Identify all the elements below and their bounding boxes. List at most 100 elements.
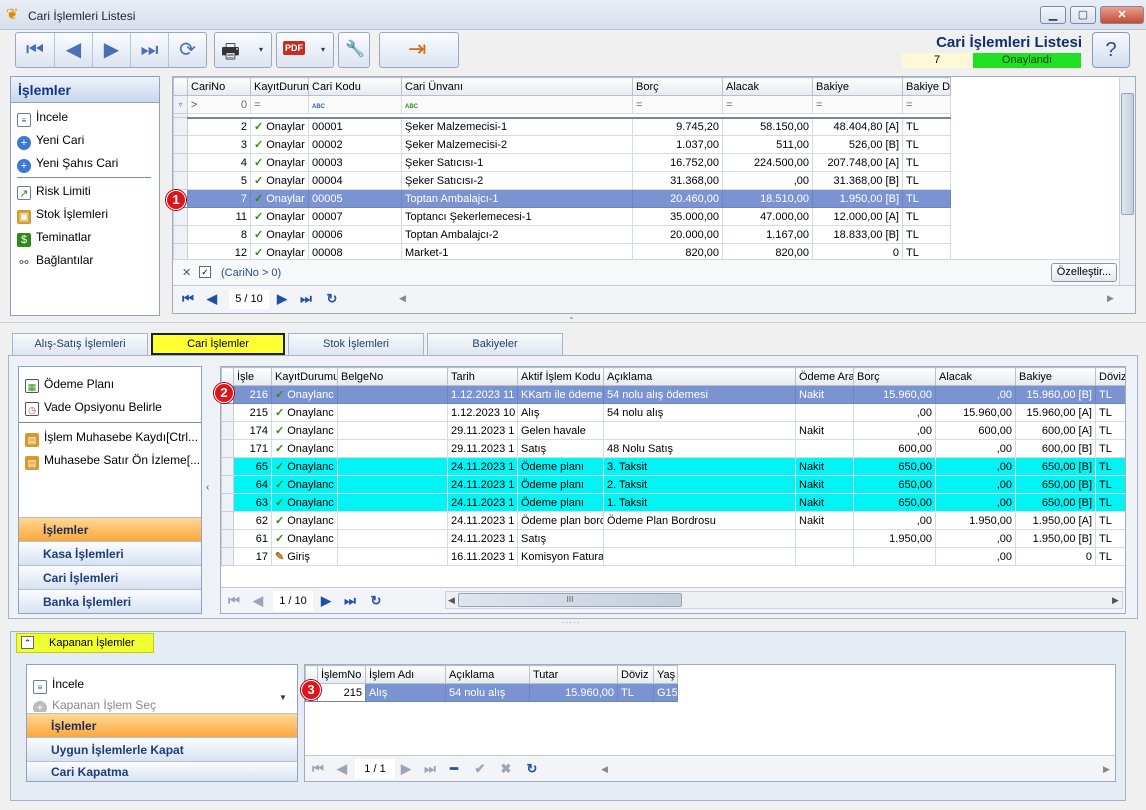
- hscroll-right-icon[interactable]: ▶: [1103, 764, 1110, 775]
- splitter-grip-icon[interactable]: ⌃: [568, 316, 575, 325]
- table-row[interactable]: 5 ✓ Onaylar 00004 Şeker Satıcısı-2 31.368,00,…: [173, 171, 951, 190]
- col-cari-kodu[interactable]: Cari Kodu: [308, 77, 402, 96]
- next-page-icon[interactable]: ▶: [317, 592, 335, 610]
- col-kayit-durumu[interactable]: KayıtDurumu: [271, 367, 338, 386]
- refresh-page-icon[interactable]: ↻: [323, 290, 341, 308]
- nav-cari-islemleri[interactable]: Cari İşlemleri: [19, 565, 201, 589]
- table-row[interactable]: 215 Alış 54 nolu alış 15.960,00 TL G15: [305, 683, 678, 702]
- nav-closed-islemler[interactable]: İşlemler: [27, 713, 297, 737]
- action-islem-muhasebe-kaydi[interactable]: ▤ İşlem Muhasebe Kaydı[Ctrl...: [19, 426, 201, 449]
- action-vade-opsiyonu[interactable]: ◷ Vade Opsiyonu Belirle: [19, 396, 201, 419]
- filter-enabled-checkbox[interactable]: ✓: [199, 266, 211, 278]
- hscroll-left-icon[interactable]: ◀: [448, 595, 455, 606]
- table-row[interactable]: 7 ✓ Onaylar 00005 Toptan Ambalajcı-1 20.460,0…: [173, 189, 951, 208]
- nav-uygun-islemlerle-kapat[interactable]: Uygun İşlemlerle Kapat: [27, 737, 297, 761]
- table-row[interactable]: 8 ✓ Onaylar 00006 Toptan Ambalajcı-2 20.000,0…: [173, 225, 951, 244]
- hscroll-right-icon[interactable]: ▶: [1107, 293, 1114, 304]
- col-borc[interactable]: Borç: [632, 77, 723, 96]
- filter-cari-no[interactable]: >0: [187, 95, 251, 114]
- table-row[interactable]: 62 ✓ Onaylanc 24.11.2023 1 Ödeme plan borc Öd…: [221, 511, 1125, 530]
- next-page-icon[interactable]: ▶: [397, 760, 415, 778]
- tab-stok-islemleri[interactable]: Stok İşlemleri: [288, 333, 424, 355]
- col-islem-no[interactable]: İşlemNo: [317, 665, 366, 684]
- islem-hscroll-thumb[interactable]: III: [458, 593, 682, 607]
- islem-hscroll[interactable]: ◀ III ▶: [445, 591, 1123, 609]
- check-icon[interactable]: ✔: [471, 760, 489, 778]
- col-aktif-islem-kodu[interactable]: Aktif İşlem Kodu: [517, 367, 604, 386]
- close-button[interactable]: ✕: [1100, 6, 1144, 24]
- action-odeme-plani[interactable]: ▦ Ödeme Planı: [19, 373, 201, 396]
- col-aciklama[interactable]: Açıklama: [445, 665, 530, 684]
- nav-islemler[interactable]: İşlemler: [19, 517, 201, 541]
- table-row[interactable]: 174 ✓ Onaylanc 29.11.2023 1 Gelen havale Naki…: [221, 421, 1125, 440]
- clear-filter-icon[interactable]: ✕: [182, 266, 191, 279]
- col-aciklama[interactable]: Açıklama: [603, 367, 796, 386]
- col-borc[interactable]: Borç: [853, 367, 936, 386]
- nav-kasa-islemleri[interactable]: Kasa İşlemleri: [19, 541, 201, 565]
- table-row[interactable]: 17 ✎ Giriş 16.11.2023 1 Komisyon Fatura ,00 0 T…: [221, 547, 1125, 566]
- action-yeni-cari[interactable]: + Yeni Cari: [11, 129, 159, 152]
- table-row[interactable]: 171 ✓ Onaylanc 29.11.2023 1 Satış 48 Nolu Sat…: [221, 439, 1125, 458]
- filter-cari-kodu[interactable]: ABC: [308, 95, 402, 114]
- cancel-icon[interactable]: ✖: [497, 760, 515, 778]
- refresh-button[interactable]: ⟳: [168, 33, 206, 67]
- cari-vscroll-thumb[interactable]: [1121, 93, 1134, 215]
- next-record-button[interactable]: ▶: [92, 33, 130, 67]
- tab-cari-islemler[interactable]: Cari İşlemler: [151, 333, 285, 355]
- exit-button[interactable]: ⇥: [379, 32, 459, 68]
- prev-record-button[interactable]: ◀: [54, 33, 92, 67]
- filter-bakiye-doviz[interactable]: =: [902, 95, 951, 114]
- last-page-icon[interactable]: ⏭: [421, 760, 439, 778]
- col-bakiye[interactable]: Bakiye: [812, 77, 903, 96]
- prev-page-icon[interactable]: ◀: [249, 592, 267, 610]
- action-teminatlar[interactable]: $ Teminatlar: [11, 226, 159, 249]
- table-row[interactable]: 2 ✓ Onaylar 00001 Şeker Malzemecisi-1 9.745,2…: [173, 117, 951, 136]
- print-dropdown-icon[interactable]: ▾: [259, 45, 263, 54]
- prev-page-icon[interactable]: ◀: [203, 290, 221, 308]
- collapse-toggle-icon[interactable]: ⌃: [21, 636, 34, 649]
- filter-kayit-durumu[interactable]: =: [250, 95, 309, 114]
- maximize-button[interactable]: ▢: [1070, 6, 1096, 24]
- closed-section-header[interactable]: ⌃ Kapanan İşlemler: [16, 633, 154, 653]
- col-alacak[interactable]: Alacak: [722, 77, 813, 96]
- panel-dropdown-icon[interactable]: ▼: [279, 693, 287, 702]
- filter-bakiye[interactable]: =: [812, 95, 903, 114]
- table-row[interactable]: 4 ✓ Onaylar 00003 Şeker Satıcısı-1 16.752,00 2…: [173, 153, 951, 172]
- last-page-icon[interactable]: ⏭: [297, 290, 315, 308]
- tab-alis-satis[interactable]: Alış-Satış İşlemleri: [12, 333, 148, 355]
- minimize-button[interactable]: ▁: [1040, 6, 1066, 24]
- col-tarih[interactable]: Tarih: [447, 367, 518, 386]
- col-odeme-araci[interactable]: Ödeme Araç: [795, 367, 854, 386]
- refresh-page-icon[interactable]: ↻: [523, 760, 541, 778]
- hscroll-right-icon[interactable]: ▶: [1112, 595, 1119, 606]
- table-row[interactable]: 65 ✓ Onaylanc 24.11.2023 1 Ödeme planı 3. Tak…: [221, 457, 1125, 476]
- prev-page-icon[interactable]: ◀: [333, 760, 351, 778]
- col-tutar[interactable]: Tutar: [529, 665, 618, 684]
- collapse-panel-icon[interactable]: ‹: [206, 482, 209, 493]
- first-page-icon[interactable]: ⏮: [179, 290, 197, 308]
- col-yas[interactable]: Yaş: [653, 665, 678, 684]
- nav-banka-islemleri[interactable]: Banka İşlemleri: [19, 589, 201, 613]
- minus-icon[interactable]: ━: [445, 760, 463, 778]
- col-cari-unvani[interactable]: Cari Ünvanı: [401, 77, 633, 96]
- action-stok-islemleri[interactable]: ▣ Stok İşlemleri: [11, 203, 159, 226]
- table-row[interactable]: 215 ✓ Onaylanc 1.12.2023 10 Alış 54 nolu alış…: [221, 403, 1125, 422]
- col-islem-adi[interactable]: İşlem Adı: [365, 665, 446, 684]
- nav-cari-kapatma[interactable]: Cari Kapatma: [27, 761, 297, 781]
- table-row[interactable]: 216 ✓ Onaylanc 1.12.2023 11 KKartı ile ödeme…: [221, 385, 1125, 404]
- col-cari-no[interactable]: CariNo: [187, 77, 251, 96]
- action-closed-incele[interactable]: ≡ İncele: [27, 673, 297, 696]
- col-kayit-durumu[interactable]: KayıtDurumu: [250, 77, 309, 96]
- table-row[interactable]: 64 ✓ Onaylanc 24.11.2023 1 Ödeme planı 2. Tak…: [221, 475, 1125, 494]
- help-button[interactable]: ?: [1092, 32, 1130, 68]
- refresh-page-icon[interactable]: ↻: [367, 592, 385, 610]
- action-risk-limiti[interactable]: ↗ Risk Limiti: [11, 180, 159, 203]
- filter-borc[interactable]: =: [632, 95, 723, 114]
- next-page-icon[interactable]: ▶: [273, 290, 291, 308]
- cari-vscroll[interactable]: [1119, 77, 1135, 287]
- action-baglantilar[interactable]: ⚯ Bağlantılar: [11, 249, 159, 272]
- col-isle[interactable]: İşle: [233, 367, 272, 386]
- pdf-dropdown-icon[interactable]: ▾: [321, 45, 325, 54]
- first-record-button[interactable]: ⏮: [16, 33, 54, 67]
- action-kapanan-islem-sec[interactable]: + Kapanan İşlem Seç: [27, 696, 297, 712]
